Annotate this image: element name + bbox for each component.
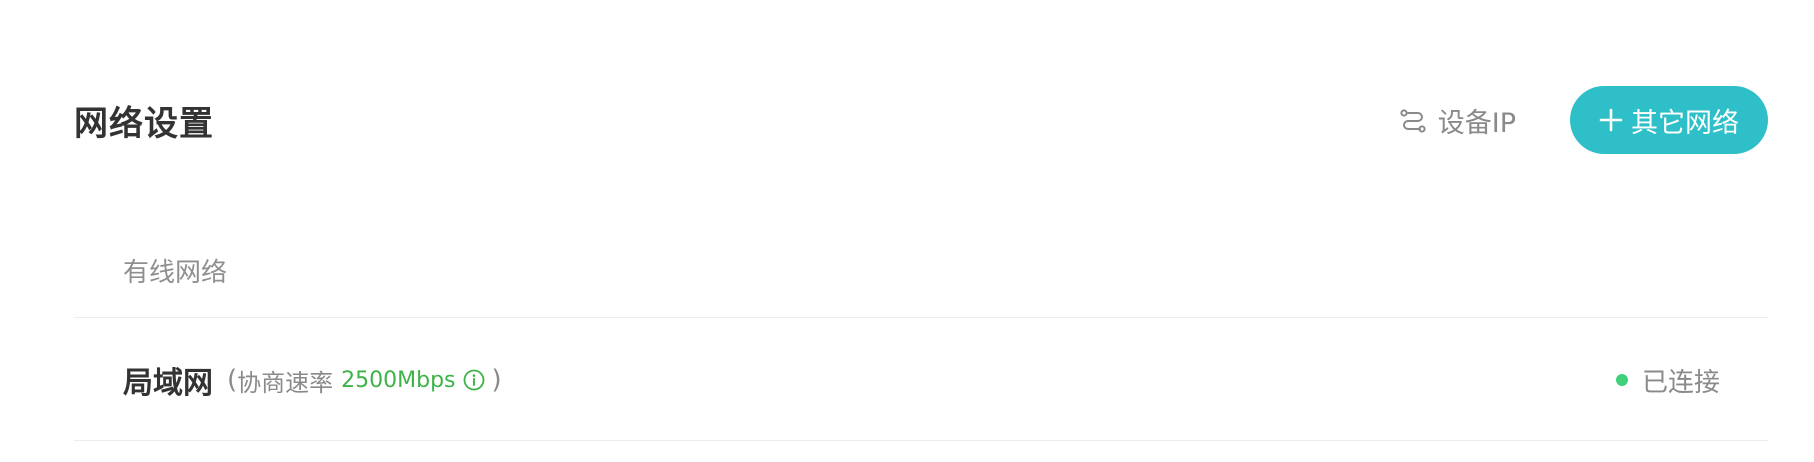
- page-header: 网络设置 设备IP 其它网络: [74, 86, 1768, 154]
- device-ip-label: 设备IP: [1437, 107, 1516, 139]
- page-title: 网络设置: [74, 103, 214, 144]
- divider: [74, 317, 1768, 318]
- header-actions: 设备IP 其它网络: [1398, 86, 1768, 154]
- paren-close: ): [491, 365, 502, 395]
- network-switch-icon: [1398, 105, 1428, 135]
- negotiated-rate-value: 2500Mbps: [341, 367, 456, 393]
- connection-status: 已连接: [1615, 362, 1720, 399]
- lan-row[interactable]: 局域网 ( 协商速率 2500Mbps ) 已连接: [123, 350, 1720, 410]
- lan-name: 局域网: [123, 366, 213, 401]
- paren-open: (: [227, 365, 238, 395]
- wired-network-section-label: 有线网络: [123, 258, 228, 288]
- other-network-button[interactable]: 其它网络: [1570, 86, 1768, 154]
- status-label: 已连接: [1641, 367, 1720, 398]
- status-dot: [1615, 374, 1628, 386]
- lan-row-info: 局域网 ( 协商速率 2500Mbps ): [123, 358, 502, 402]
- plus-icon: [1599, 108, 1623, 132]
- device-ip-button[interactable]: 设备IP: [1398, 101, 1516, 140]
- divider: [74, 440, 1768, 441]
- network-settings-page: 网络设置 设备IP 其它网络 有线网络 局域网 (协商速率 2500Mbps …: [0, 0, 1814, 462]
- other-network-label: 其它网络: [1631, 107, 1739, 139]
- info-icon[interactable]: [462, 368, 486, 392]
- negotiated-rate-label: 协商速率: [237, 368, 334, 397]
